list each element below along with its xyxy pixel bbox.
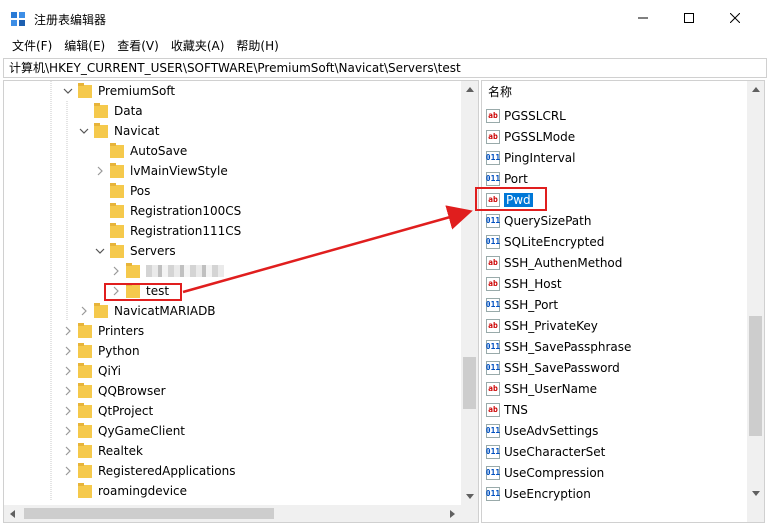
annotation-arrow xyxy=(182,205,473,294)
